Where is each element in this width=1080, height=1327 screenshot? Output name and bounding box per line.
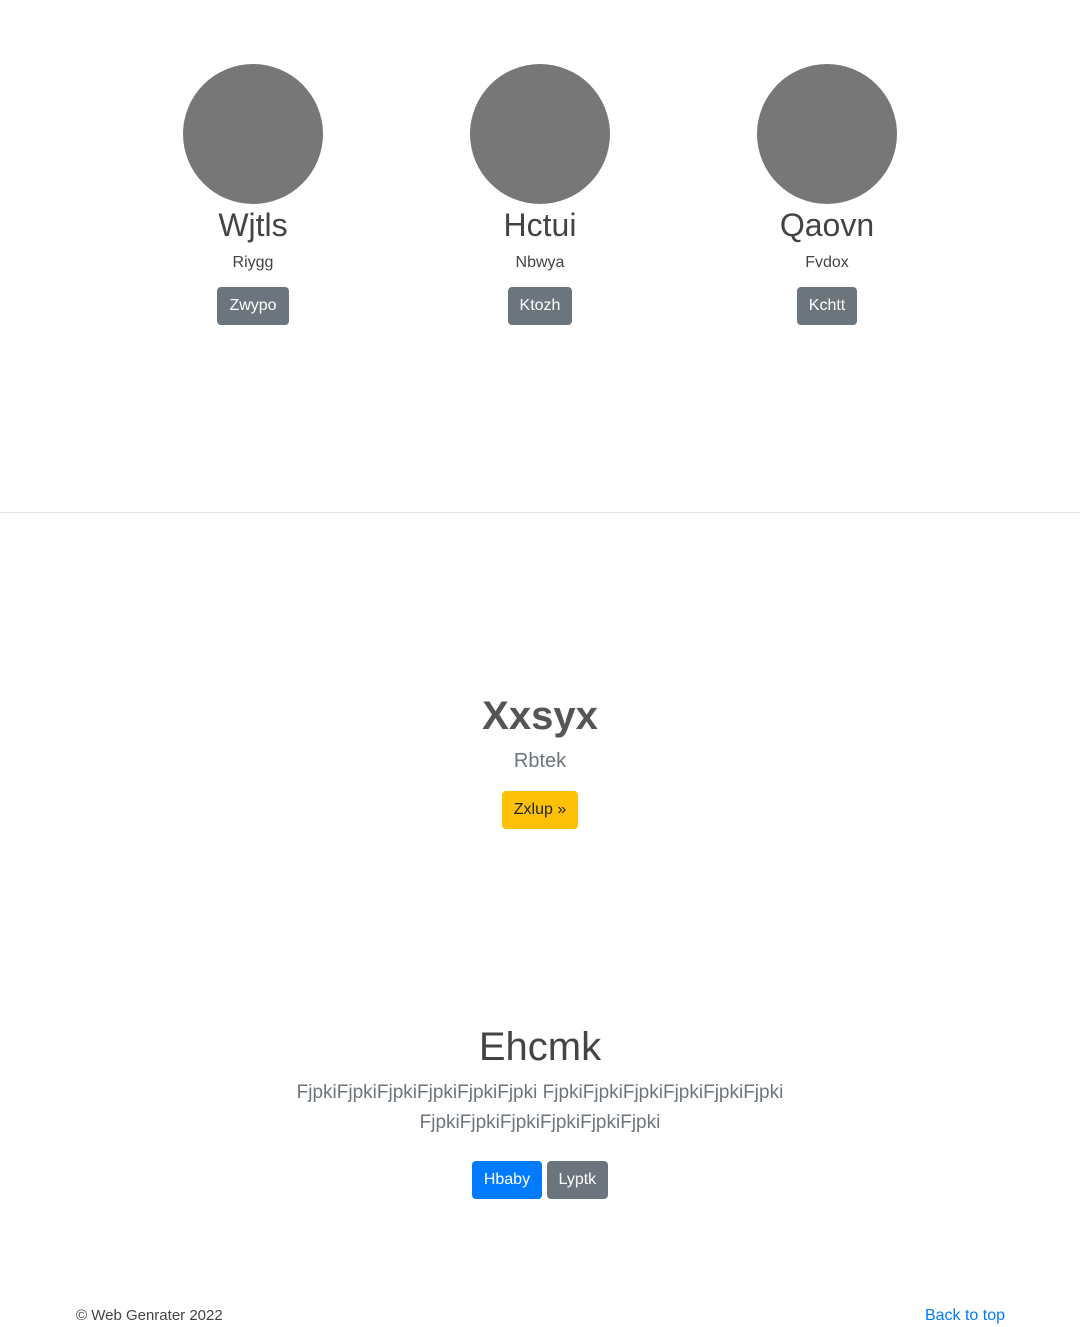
avatar-placeholder [183,64,323,204]
team-member-3: Qaovn Fvdox Kchtt [707,64,947,325]
hero-lead-line1: FjpkiFjpkiFjpkiFjpkiFjpkiFjpki FjpkiFjpk… [296,1082,784,1103]
member-role: Nbwya [515,254,565,271]
feature-section: Xxsyx Rbtek Zxlup » [0,690,1080,829]
hero-title: Ehcmk [478,1025,602,1069]
hero-lead-line2: FjpkiFjpkiFjpkiFjpkiFjpkiFjpki [419,1112,661,1133]
primary-button[interactable]: Hbaby [471,1161,543,1199]
avatar-placeholder [757,64,897,204]
member-button[interactable]: Ktozh [507,287,573,325]
member-name: Wjtls [218,207,288,243]
avatar-placeholder [470,64,610,204]
feature-button[interactable]: Zxlup » [501,791,579,829]
team-member-2: Hctui Nbwya Ktozh [420,64,660,325]
back-to-top-link[interactable]: Back to top [925,1305,1005,1327]
feature-subtitle: Rbtek [513,750,567,772]
secondary-button[interactable]: Lyptk [546,1161,609,1199]
member-button[interactable]: Zwypo [217,287,289,325]
team-member-1: Wjtls Riygg Zwypo [133,64,373,325]
divider [0,512,1080,513]
feature-title: Xxsyx [482,694,598,738]
hero-section: Ehcmk FjpkiFjpkiFjpkiFjpkiFjpkiFjpki Fjp… [0,1022,1080,1199]
member-name: Qaovn [779,207,875,243]
hero-buttons: Hbaby Lyptk [0,1161,1080,1199]
member-button[interactable]: Kchtt [796,287,858,325]
member-role: Fvdox [805,254,849,271]
member-role: Riygg [232,254,274,271]
member-name: Hctui [503,207,577,243]
footer-copyright: © Web Genrater 2022 [76,1307,223,1324]
